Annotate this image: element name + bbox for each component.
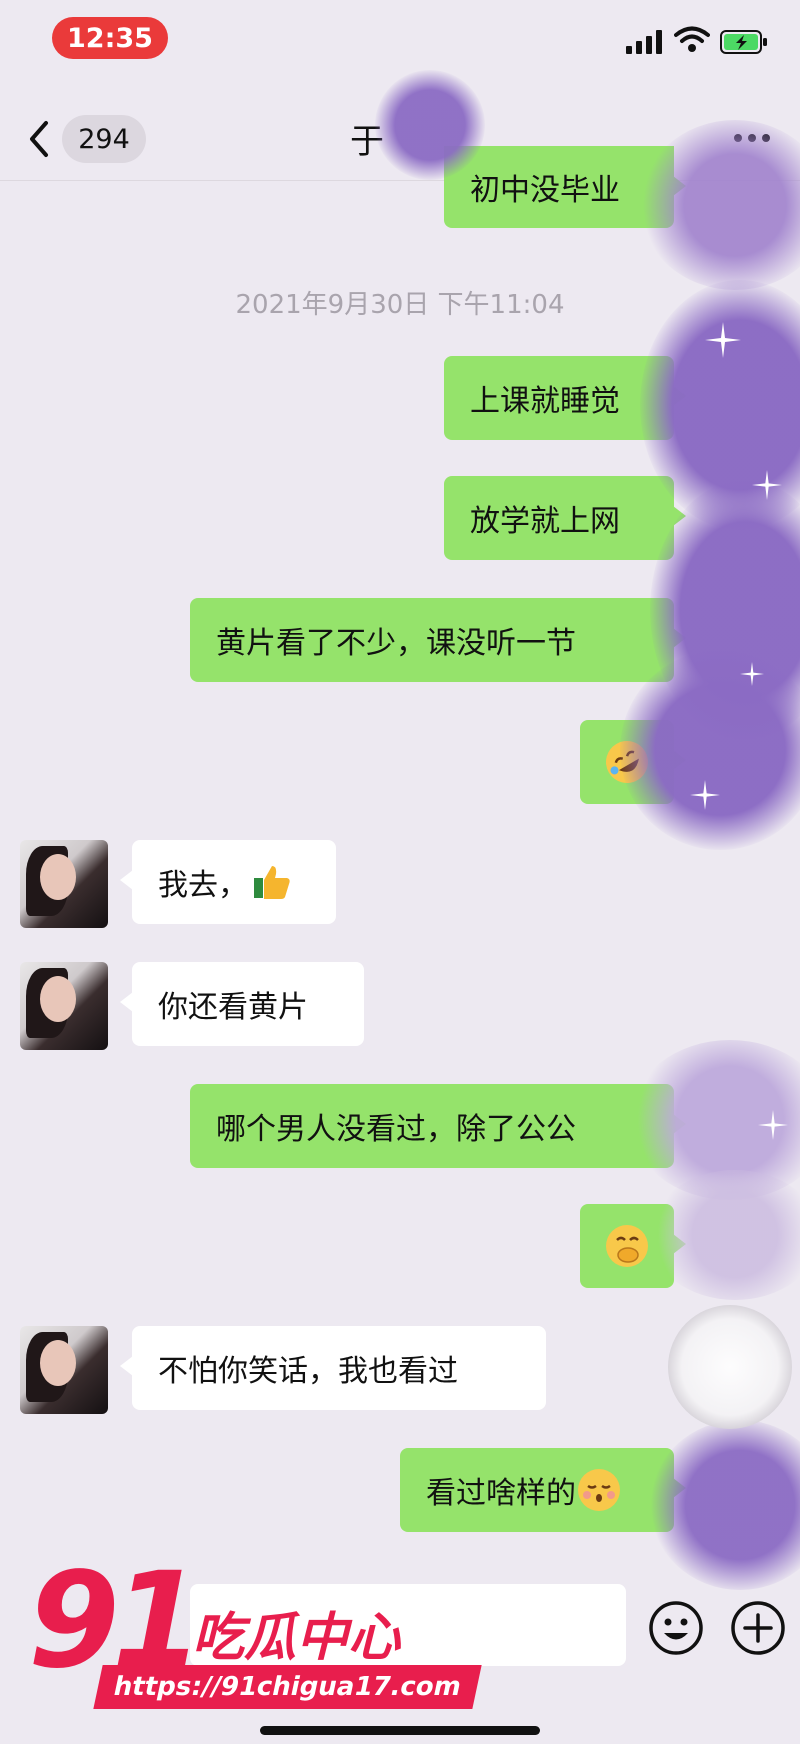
sent-message[interactable]: 看过啥样的 xyxy=(400,1448,686,1532)
kissing-closed-eyes-icon xyxy=(578,1469,620,1511)
rolling-on-floor-laughing-icon xyxy=(598,733,656,791)
contact-avatar[interactable] xyxy=(20,1326,108,1414)
sent-message[interactable]: 哪个男人没看过，除了公公 xyxy=(190,1084,686,1168)
status-bar: 12:35 xyxy=(0,0,800,78)
home-indicator xyxy=(260,1726,540,1735)
unread-count-badge: 294 xyxy=(62,115,146,163)
sent-message[interactable] xyxy=(580,1204,686,1288)
battery-charging-icon xyxy=(720,30,767,54)
smiley-icon[interactable] xyxy=(648,1600,704,1656)
sparkle-icon xyxy=(752,470,782,500)
sent-message[interactable]: 初中没毕业 xyxy=(444,146,686,228)
thumbs-up-icon xyxy=(254,866,290,899)
more-options-icon[interactable] xyxy=(730,118,774,158)
received-message[interactable]: 我去， xyxy=(120,840,336,924)
sent-message[interactable]: 黄片看了不少，课没听一节 xyxy=(190,598,686,682)
sparkle-icon xyxy=(758,1110,788,1140)
sent-message[interactable] xyxy=(580,720,686,804)
watermark-url: https://91chigua17.com xyxy=(93,1665,482,1709)
contact-avatar[interactable] xyxy=(20,840,108,928)
contact-avatar[interactable] xyxy=(20,962,108,1050)
site-watermark: 91 吃瓜中心 https://91chigua17.com xyxy=(28,1555,482,1715)
wifi-icon xyxy=(674,26,710,52)
sparkle-icon xyxy=(705,322,741,358)
message-timestamp: 2021年9月30日 下午11:04 xyxy=(235,290,565,320)
watermark-name: 吃瓜中心 xyxy=(192,1608,401,1668)
chevron-left-icon xyxy=(30,121,48,157)
floating-assistive-button[interactable] xyxy=(668,1305,792,1429)
sparkle-icon xyxy=(690,780,720,810)
plus-circle-icon[interactable] xyxy=(730,1600,786,1656)
back-button[interactable]: 294 xyxy=(24,114,154,164)
received-message[interactable]: 不怕你笑话，我也看过 xyxy=(120,1326,546,1410)
status-time: 12:35 xyxy=(52,17,168,59)
sent-message[interactable]: 放学就上网 xyxy=(444,476,686,560)
received-message[interactable]: 你还看黄片 xyxy=(120,962,364,1046)
sent-message[interactable]: 上课就睡觉 xyxy=(444,356,686,440)
chat-title: 于 xyxy=(350,122,384,162)
sparkle-icon xyxy=(740,662,764,686)
chat-header: 294 于 xyxy=(0,96,800,180)
cellular-signal-icon xyxy=(626,30,662,54)
hand-over-mouth-icon xyxy=(606,1225,648,1267)
